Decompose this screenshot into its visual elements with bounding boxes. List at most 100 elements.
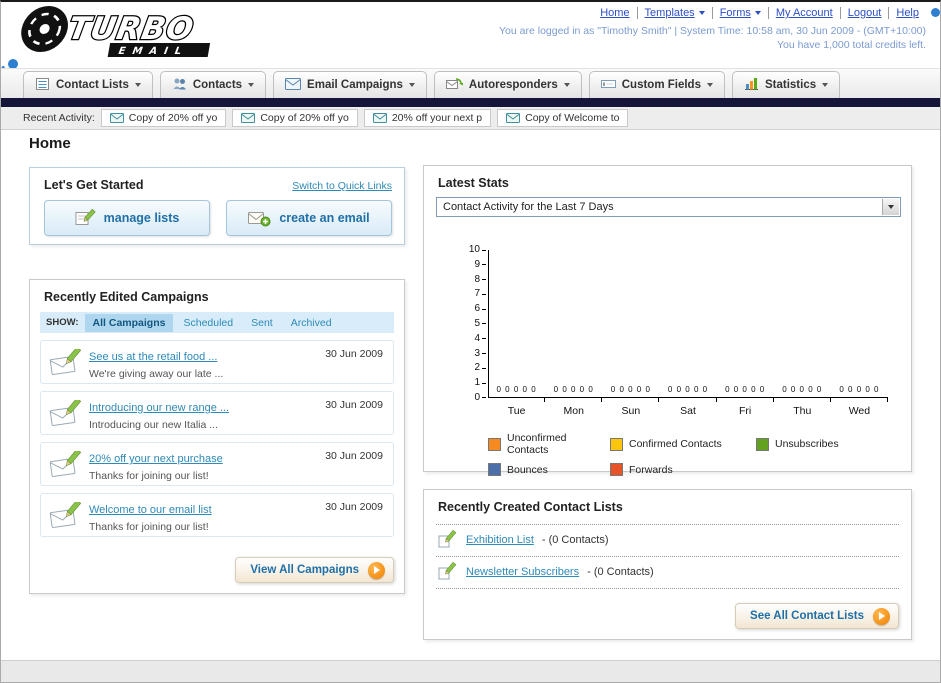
x-label: Mon	[563, 405, 584, 417]
filter-sent[interactable]: Sent	[243, 314, 281, 332]
filter-all-campaigns[interactable]: All Campaigns	[84, 313, 174, 332]
nav-tab-label: Contact Lists	[56, 79, 129, 91]
login-info: You are logged in as "Timothy Smith" | S…	[499, 25, 926, 37]
chart-day-values: 0 0 0 0 0	[610, 385, 651, 394]
campaign-list: See us at the retail food ... We're givi…	[40, 340, 394, 544]
campaign-link[interactable]: 20% off your next purchase	[89, 453, 223, 465]
manage-lists-label: manage lists	[103, 211, 180, 225]
nav-tab-email-campaigns[interactable]: Email Campaigns	[273, 71, 427, 98]
contact-lists-title: Recently Created Contact Lists	[438, 500, 623, 514]
email-campaigns-icon	[285, 77, 302, 93]
latest-stats-title: Latest Stats	[438, 176, 509, 190]
nav-tab-autoresponders[interactable]: Autoresponders	[433, 71, 582, 98]
credits-info: You have 1,000 total credits left.	[776, 39, 926, 51]
recent-activity-item[interactable]: Copy of 20% off yo	[100, 109, 227, 127]
header-link-help[interactable]: Help	[888, 7, 926, 19]
legend-confirmed-contacts: Confirmed Contacts	[610, 432, 756, 456]
create-email-label: create an email	[279, 211, 370, 225]
chart-x-labels: Tue Mon Sun Sat Fri Thu Wed	[488, 405, 888, 417]
autoresponders-icon	[445, 76, 464, 94]
header-link-logout[interactable]: Logout	[839, 7, 889, 19]
manage-lists-button[interactable]: manage lists	[44, 200, 210, 236]
envelope-plus-icon	[248, 211, 271, 226]
y-tick: 5	[474, 318, 486, 330]
header-link-home[interactable]: Home	[593, 7, 636, 19]
campaign-subtitle: Thanks for joining our list!	[89, 521, 209, 533]
nav-tab-contact-lists[interactable]: Contact Lists	[23, 71, 153, 98]
dotted-divider	[436, 524, 899, 525]
header-links: Home Templates Forms My Account Logout H…	[593, 7, 926, 19]
header-accent-dot	[931, 8, 940, 17]
legend-unconfirmed-contacts: Unconfirmed Contacts	[488, 432, 610, 456]
create-email-button[interactable]: create an email	[226, 200, 392, 236]
legend-swatch	[756, 437, 769, 451]
stats-period-value: Contact Activity for the Last 7 Days	[443, 201, 614, 213]
chevron-down-icon	[822, 83, 829, 87]
see-all-contact-lists-label: See All Contact Lists	[750, 610, 864, 622]
see-all-contact-lists-button[interactable]: See All Contact Lists	[735, 603, 899, 629]
stats-period-select[interactable]: Contact Activity for the Last 7 Days	[436, 197, 901, 217]
x-label: Tue	[507, 405, 526, 417]
legend-swatch	[488, 463, 501, 476]
turbo-email-logo[interactable]: TURBO EMAIL	[7, 4, 257, 63]
chart-day-values: 0 0 0 0 0	[725, 385, 766, 394]
header-link-forms[interactable]: Forms	[711, 7, 768, 19]
legend-bounces: Bounces	[488, 463, 610, 476]
x-label: Sat	[680, 405, 696, 417]
get-started-buttons: manage lists create an email	[44, 200, 392, 236]
legend-label: Unsubscribes	[775, 438, 839, 450]
campaign-link[interactable]: Introducing our new range ...	[89, 402, 229, 414]
nav-tab-label: Contacts	[192, 79, 243, 91]
header-link-templates[interactable]: Templates	[636, 7, 712, 19]
contacts-icon	[172, 76, 187, 94]
contact-list-link[interactable]: Exhibition List	[466, 534, 534, 546]
header-link-my-account[interactable]: My Account	[767, 7, 840, 19]
get-started-title: Let's Get Started	[44, 178, 144, 192]
nav-tab-custom-fields[interactable]: Custom Fields	[588, 71, 725, 98]
view-all-campaigns-label: View All Campaigns	[250, 564, 359, 576]
nav-tab-statistics[interactable]: Statistics	[731, 71, 841, 98]
filter-scheduled[interactable]: Scheduled	[175, 314, 241, 332]
campaign-date: 30 Jun 2009	[325, 501, 383, 513]
nav-tab-contacts[interactable]: Contacts	[159, 71, 267, 98]
legend-swatch	[488, 437, 501, 451]
envelope-pencil-icon	[49, 346, 83, 382]
legend-swatch	[610, 437, 623, 451]
campaign-link[interactable]: Welcome to our email list	[89, 504, 212, 516]
recent-activity-item[interactable]: 20% off your next p	[363, 109, 492, 127]
envelope-icon	[241, 113, 256, 123]
arrow-right-icon	[368, 561, 385, 579]
custom-fields-icon	[600, 77, 616, 93]
contact-list-item: Newsletter Subscribers - (0 Contacts)	[438, 562, 654, 582]
contact-activity-chart	[488, 250, 888, 398]
y-tick: 9	[474, 259, 486, 271]
chevron-down-icon	[248, 83, 255, 87]
recent-activity-item[interactable]: Copy of 20% off yo	[232, 109, 358, 127]
envelope-pencil-icon	[49, 448, 83, 484]
y-tick: 0	[474, 392, 486, 404]
pencil-card-icon	[438, 562, 457, 580]
filter-archived[interactable]: Archived	[283, 314, 340, 332]
switch-quick-links-link[interactable]: Switch to Quick Links	[292, 180, 392, 192]
legend-forwards: Forwards	[610, 463, 756, 476]
chart-day-values: 0 0 0 0 0	[782, 385, 823, 394]
campaign-subtitle: Introducing our new Italia ...	[89, 419, 218, 431]
contact-list-link[interactable]: Newsletter Subscribers	[466, 566, 579, 578]
chart-legend: Unconfirmed Contacts Confirmed Contacts …	[488, 432, 898, 483]
legend-label: Forwards	[629, 463, 673, 476]
contact-lists-icon	[35, 76, 50, 94]
campaign-date: 30 Jun 2009	[325, 348, 383, 360]
recently-edited-campaigns-panel: Recently Edited Campaigns SHOW: All Camp…	[29, 279, 405, 594]
campaign-list-item: Introducing our new range ... Introducin…	[40, 391, 394, 435]
chart-y-axis: 10 9 8 7 6 5 4 3 2 1 0	[458, 244, 486, 404]
turbo-email-dashboard: TURBO EMAIL Home Templates Forms My Acco…	[0, 0, 941, 683]
recent-activity-label: Recent Activity:	[23, 112, 95, 124]
link-label: Help	[896, 7, 919, 19]
y-tick: 4	[474, 333, 486, 345]
view-all-campaigns-button[interactable]: View All Campaigns	[235, 557, 394, 583]
activity-item-label: Copy of Welcome to	[525, 112, 620, 124]
recent-activity-item[interactable]: Copy of Welcome to	[497, 109, 629, 127]
activity-item-label: Copy of 20% off yo	[260, 112, 349, 124]
y-tick: 3	[474, 348, 486, 360]
campaign-link[interactable]: See us at the retail food ...	[89, 351, 217, 363]
